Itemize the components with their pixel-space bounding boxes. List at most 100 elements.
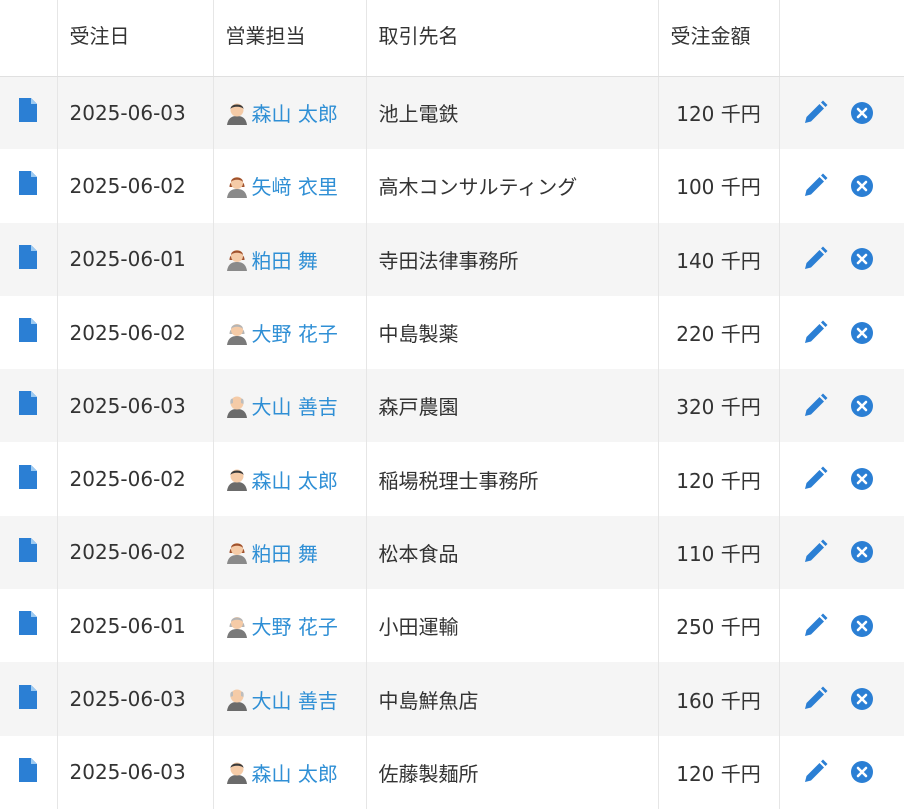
man-avatar-icon: [226, 760, 248, 785]
order-amount: 100 千円: [658, 149, 780, 223]
order-amount: 320 千円: [658, 369, 780, 443]
table-row: 2025-06-02 大野 花子 中島製薬 220 千円: [0, 295, 904, 370]
order-amount: 250 千円: [658, 589, 780, 663]
header-sales-rep[interactable]: 営業担当: [213, 0, 367, 77]
table-row: 2025-06-03 森山 太郎 佐藤製麺所 120 千円: [0, 735, 904, 809]
sales-rep-link[interactable]: 大野 花子: [252, 611, 338, 640]
document-cell: [0, 369, 58, 443]
sales-rep-cell: 大山 善吉: [213, 662, 367, 736]
order-date: 2025-06-01: [57, 589, 214, 663]
pencil-icon[interactable]: [802, 173, 828, 199]
client-name: 池上電鉄: [366, 76, 659, 150]
header-icon-col: [0, 0, 58, 77]
sales-rep-link[interactable]: 森山 太郎: [252, 98, 338, 127]
document-icon[interactable]: [19, 171, 38, 196]
table-row: 2025-06-01 粕田 舞 寺田法律事務所 140 千円: [0, 222, 904, 296]
document-icon[interactable]: [19, 611, 38, 636]
document-icon[interactable]: [19, 537, 38, 562]
document-cell: [0, 222, 58, 296]
header-actions: [779, 0, 904, 77]
table-row: 2025-06-03 大山 善吉 森戸農園 320 千円: [0, 369, 904, 443]
sales-rep-link[interactable]: 大山 善吉: [252, 391, 338, 420]
header-client[interactable]: 取引先名: [366, 0, 659, 77]
sales-rep-cell: 矢﨑 衣里: [213, 149, 367, 223]
document-icon[interactable]: [19, 391, 38, 416]
actions-cell: [779, 149, 904, 222]
header-order-date[interactable]: 受注日: [57, 0, 214, 77]
orders-table: 受注日 営業担当 取引先名 受注金額 2025-06-03 森山 太郎 池上電鉄…: [0, 0, 904, 809]
table-row: 2025-06-03 大山 善吉 中島鮮魚店 160 千円: [0, 662, 904, 736]
document-icon[interactable]: [19, 684, 38, 709]
sales-rep-link[interactable]: 大野 花子: [252, 318, 338, 347]
close-circle-icon[interactable]: [850, 321, 874, 345]
order-amount: 120 千円: [658, 442, 780, 516]
sales-rep-cell: 粕田 舞: [213, 515, 367, 590]
close-circle-icon[interactable]: [850, 614, 874, 638]
order-amount: 110 千円: [658, 515, 780, 590]
document-icon[interactable]: [19, 318, 38, 343]
document-cell: [0, 515, 58, 590]
close-circle-icon[interactable]: [850, 760, 874, 784]
document-icon[interactable]: [19, 464, 38, 489]
client-name: 稲場税理士事務所: [366, 442, 659, 516]
order-amount: 220 千円: [658, 295, 780, 370]
sales-rep-link[interactable]: 粕田 舞: [252, 245, 318, 274]
order-date: 2025-06-03: [57, 735, 214, 809]
pencil-icon[interactable]: [802, 100, 828, 126]
actions-cell: [779, 516, 904, 589]
old-man-avatar-icon: [226, 394, 248, 418]
close-circle-icon[interactable]: [850, 174, 874, 198]
pencil-icon[interactable]: [802, 393, 828, 419]
sales-rep-link[interactable]: 粕田 舞: [252, 538, 318, 567]
close-circle-icon[interactable]: [850, 247, 874, 271]
client-name: 中島製薬: [366, 295, 659, 370]
sales-rep-cell: 大野 花子: [213, 589, 367, 663]
actions-cell: [779, 76, 904, 149]
pencil-icon[interactable]: [802, 686, 828, 712]
client-name: 中島鮮魚店: [366, 662, 659, 736]
pencil-icon[interactable]: [802, 613, 828, 639]
order-date: 2025-06-02: [57, 295, 214, 370]
document-cell: [0, 735, 58, 809]
actions-cell: [779, 369, 904, 442]
order-amount: 120 千円: [658, 76, 780, 150]
pencil-icon[interactable]: [802, 759, 828, 785]
document-icon[interactable]: [19, 98, 38, 123]
client-name: 小田運輸: [366, 589, 659, 663]
close-circle-icon[interactable]: [850, 101, 874, 125]
order-date: 2025-06-01: [57, 222, 214, 296]
sales-rep-cell: 森山 太郎: [213, 442, 367, 516]
client-name: 松本食品: [366, 515, 659, 590]
sales-rep-link[interactable]: 大山 善吉: [252, 685, 338, 714]
sales-rep-link[interactable]: 矢﨑 衣里: [252, 171, 338, 200]
client-name: 寺田法律事務所: [366, 222, 659, 296]
order-date: 2025-06-03: [57, 662, 214, 736]
woman-avatar-icon: [226, 540, 248, 565]
document-cell: [0, 662, 58, 736]
man-avatar-icon: [226, 467, 248, 492]
order-amount: 120 千円: [658, 735, 780, 809]
old-woman-avatar-icon: [226, 321, 248, 345]
document-cell: [0, 589, 58, 663]
pencil-icon[interactable]: [802, 320, 828, 346]
sales-rep-link[interactable]: 森山 太郎: [252, 758, 338, 787]
sales-rep-cell: 大山 善吉: [213, 369, 367, 443]
sales-rep-link[interactable]: 森山 太郎: [252, 465, 338, 494]
table-row: 2025-06-02 粕田 舞 松本食品 110 千円: [0, 515, 904, 590]
close-circle-icon[interactable]: [850, 394, 874, 418]
close-circle-icon[interactable]: [850, 687, 874, 711]
document-cell: [0, 442, 58, 516]
client-name: 高木コンサルティング: [366, 149, 659, 223]
table-header-row: 受注日 営業担当 取引先名 受注金額: [0, 0, 904, 77]
client-name: 佐藤製麺所: [366, 735, 659, 809]
old-woman-avatar-icon: [226, 614, 248, 638]
pencil-icon[interactable]: [802, 539, 828, 565]
pencil-icon[interactable]: [802, 466, 828, 492]
close-circle-icon[interactable]: [850, 540, 874, 564]
document-icon[interactable]: [19, 757, 38, 782]
close-circle-icon[interactable]: [850, 467, 874, 491]
document-icon[interactable]: [19, 244, 38, 269]
woman-avatar-icon: [226, 174, 248, 198]
header-amount[interactable]: 受注金額: [658, 0, 780, 77]
pencil-icon[interactable]: [802, 246, 828, 272]
